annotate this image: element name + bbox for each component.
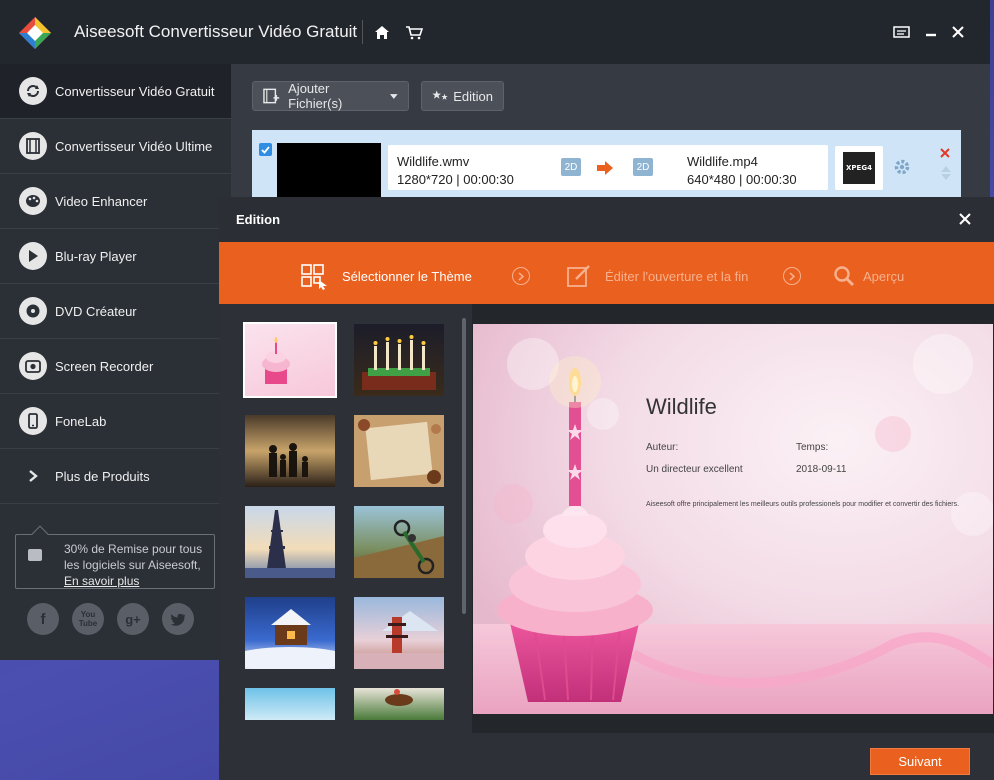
step-select-theme[interactable]: Sélectionner le Thème (342, 269, 472, 284)
search-icon (833, 265, 855, 292)
message-icon (28, 549, 42, 561)
target-file-meta: 640*480 | 00:00:30 (687, 172, 797, 187)
add-files-label: Ajouter Fichier(s) (288, 81, 343, 111)
theme-preview: Wildlife Auteur: Temps: Un directeur exc… (473, 324, 993, 714)
step-edit-opening[interactable]: Éditer l'ouverture et la fin (605, 269, 748, 284)
title-divider (362, 20, 363, 44)
minimize-icon[interactable] (921, 22, 941, 42)
twitter-icon[interactable] (162, 603, 194, 635)
google-plus-icon[interactable]: g+ (117, 603, 149, 635)
source-2d-badge: 2D (561, 158, 581, 176)
edit-label: Edition (453, 88, 493, 104)
add-files-button[interactable]: Ajouter Fichier(s) (252, 81, 409, 111)
edit-intro-icon (567, 264, 593, 293)
format-icon: XPEG4 (843, 152, 875, 184)
sidebar-item-screen-recorder[interactable]: Screen Recorder (0, 339, 231, 394)
sidebar-item-fonelab[interactable]: FoneLab (0, 394, 231, 449)
promo-message: 30% de Remise pour tous les logiciels su… (64, 542, 203, 572)
phone-icon (19, 407, 47, 435)
motocross-theme[interactable] (354, 506, 444, 578)
horse-race-theme[interactable] (354, 688, 444, 720)
sidebar-item-label: Plus de Produits (55, 468, 150, 484)
christmas-frame-theme[interactable] (354, 415, 444, 487)
step-preview[interactable]: Aperçu (863, 269, 904, 284)
birthday-candles-theme[interactable] (354, 324, 444, 396)
family-sunset-theme[interactable] (245, 415, 335, 487)
step-arrow-icon (512, 267, 530, 285)
sidebar-item-plus-de-produits[interactable]: Plus de Produits (0, 449, 231, 504)
sidebar-item-label: Blu-ray Player (55, 248, 137, 264)
preview-description: Aiseesoft offre principalement les meill… (646, 501, 960, 508)
sidebar-item-video-enhancer[interactable]: Video Enhancer (0, 174, 231, 229)
convert-arrow-icon (597, 161, 613, 175)
home-icon[interactable] (372, 22, 392, 42)
preview-title: Wildlife (646, 394, 717, 419)
preview-author-value: Un directeur excellent (646, 464, 743, 475)
play-icon (19, 242, 47, 270)
target-file-name: Wildlife.mp4 (687, 154, 758, 169)
step-arrow-icon (783, 267, 801, 285)
next-button[interactable]: Suivant (870, 748, 970, 775)
youtube-icon[interactable]: You Tube (72, 603, 104, 635)
source-file-meta: 1280*720 | 00:00:30 (397, 172, 514, 187)
facebook-icon[interactable]: f (27, 603, 59, 635)
promo-box: 30% de Remise pour tous les logiciels su… (15, 525, 215, 589)
feedback-icon[interactable] (891, 22, 911, 42)
sky-theme[interactable] (245, 688, 335, 720)
sidebar-item-label: Screen Recorder (55, 358, 154, 374)
file-checkbox[interactable] (259, 143, 272, 156)
cart-icon[interactable] (404, 22, 424, 42)
sidebar-item-label: FoneLab (55, 413, 107, 429)
snow-cabin-theme[interactable] (245, 597, 335, 669)
dialog-title: Edition (236, 212, 281, 227)
chevron-down-icon (390, 93, 398, 99)
chevron-right-icon (19, 462, 47, 490)
disc-icon (19, 297, 47, 325)
sidebar-item-bluray-player[interactable]: Blu-ray Player (0, 229, 231, 284)
preview-time-value: 2018-09-11 (796, 464, 847, 475)
preview-author-label: Auteur: (646, 442, 679, 453)
sidebar-item-convertisseur-gratuit[interactable]: Convertisseur Vidéo Gratuit (0, 64, 231, 119)
film-icon (19, 132, 47, 160)
refresh-icon (19, 77, 47, 105)
title-bar: Aiseesoft Convertisseur Vidéo Gratuit (0, 0, 990, 64)
video-thumbnail[interactable] (277, 143, 381, 198)
dialog-header (219, 197, 994, 242)
dialog-close-icon[interactable] (957, 211, 973, 227)
camera-icon (19, 352, 47, 380)
app-title: Aiseesoft Convertisseur Vidéo Gratuit (74, 22, 358, 41)
eiffel-tower-theme[interactable] (245, 506, 335, 578)
stars-icon (432, 90, 448, 100)
cupcake-theme[interactable] (243, 322, 337, 398)
settings-gear-icon[interactable] (893, 158, 911, 181)
sidebar-item-dvd-createur[interactable]: DVD Créateur (0, 284, 231, 339)
preview-time-label: Temps: (796, 442, 829, 453)
sidebar-item-label: Convertisseur Vidéo Ultime (55, 138, 213, 154)
edit-button[interactable]: Edition (421, 81, 504, 111)
pagoda-theme[interactable] (354, 597, 444, 669)
sidebar-item-label: Convertisseur Vidéo Gratuit (55, 83, 215, 99)
source-file-name: Wildlife.wmv (397, 154, 470, 169)
add-file-icon (263, 88, 280, 104)
app-logo-icon (19, 17, 51, 49)
output-format-button[interactable]: XPEG4 (835, 146, 883, 190)
sidebar-item-label: Video Enhancer (55, 193, 148, 209)
target-2d-badge: 2D (633, 158, 653, 176)
theme-scrollbar[interactable] (462, 318, 466, 614)
sidebar-item-label: DVD Créateur (55, 303, 137, 319)
close-icon[interactable] (948, 22, 968, 42)
palette-icon (19, 187, 47, 215)
theme-grid-icon (301, 264, 329, 295)
promo-text: 30% de Remise pour tous les logiciels su… (64, 541, 209, 589)
move-down-icon[interactable] (941, 167, 951, 185)
promo-link[interactable]: En savoir plus (64, 574, 139, 588)
cupcake-preview-image (473, 324, 993, 714)
sidebar-item-convertisseur-ultime[interactable]: Convertisseur Vidéo Ultime (0, 119, 231, 174)
